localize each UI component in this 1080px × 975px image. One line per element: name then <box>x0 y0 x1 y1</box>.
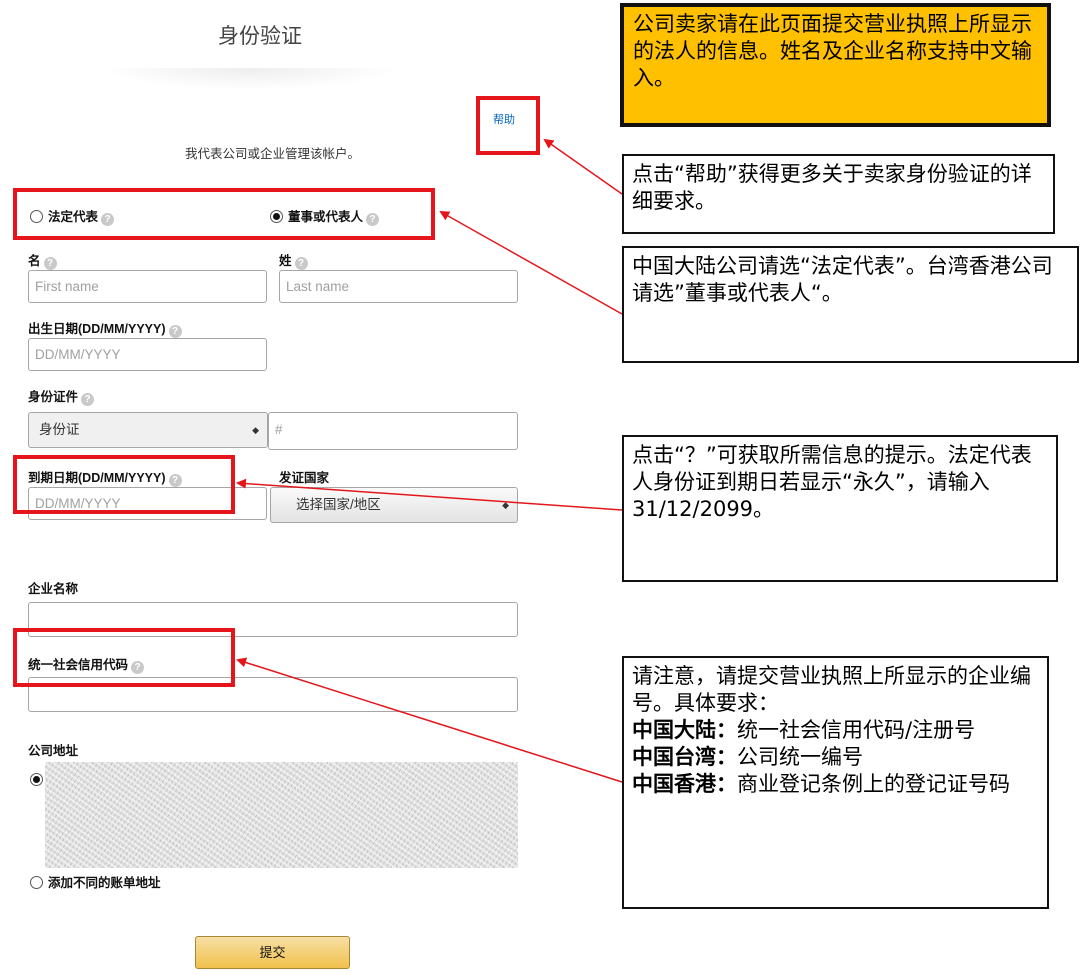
company-id-intro: 请注意，请提交营业执照上所显示的企业编号。具体要求： <box>632 664 1031 715</box>
arrow-to-help <box>543 138 623 195</box>
mainland-requirement: 中国大陆：统一社会信用代码/注册号 <box>632 718 976 742</box>
annotation-radio-choice: 中国大陆公司请选“法定代表”。台湾香港公司请选”董事或代表人“。 <box>622 246 1079 363</box>
annotation-help: 点击“帮助”获得更多关于卖家身份验证的详细要求。 <box>622 154 1055 234</box>
annotation-company-id: 请注意，请提交营业执照上所显示的企业编号。具体要求： 中国大陆：统一社会信用代码… <box>622 656 1049 909</box>
taiwan-requirement: 中国台湾：公司统一编号 <box>632 745 863 769</box>
annotation-company-seller: 公司卖家请在此页面提交营业执照上所显示的法人的信息。姓名及企业名称支持中文输入。 <box>620 3 1051 127</box>
arrow-to-radio <box>439 211 623 315</box>
hongkong-requirement: 中国香港：商业登记条例上的登记证号码 <box>632 772 1010 796</box>
arrow-to-credit-code <box>236 657 623 783</box>
arrow-to-expiry <box>236 478 623 511</box>
annotation-question-tip: 点击“？”可获取所需信息的提示。法定代表人身份证到期日若显示“永久”，请输入31… <box>622 435 1058 582</box>
